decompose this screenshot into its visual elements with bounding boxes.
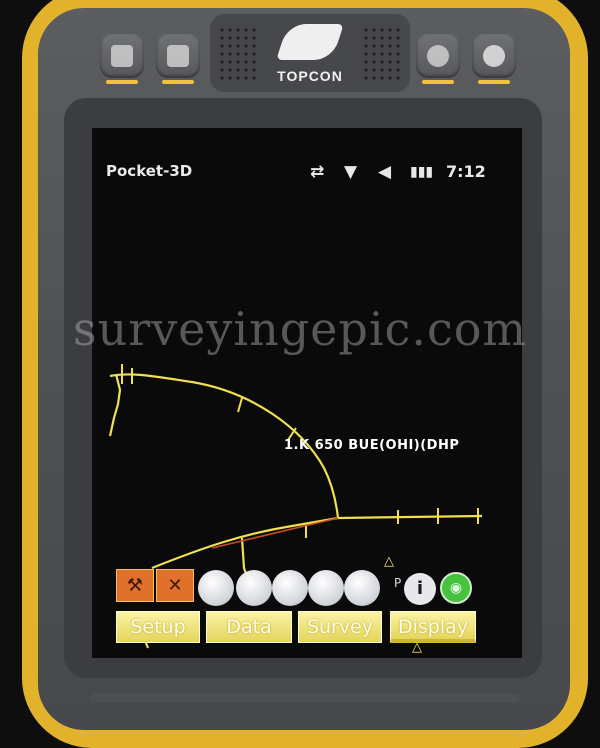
- tab-survey[interactable]: Survey: [298, 611, 382, 643]
- hardware-button-brightness[interactable]: [472, 34, 516, 84]
- scroll-up-arrow-icon[interactable]: △: [384, 554, 394, 569]
- document-icon: [167, 45, 189, 67]
- station-tick: [237, 397, 243, 413]
- info-button[interactable]: i: [404, 573, 436, 605]
- baseline-right: [337, 514, 483, 520]
- red-offset-line: [211, 517, 339, 549]
- survey-tripod-icon[interactable]: ⚒: [116, 569, 154, 602]
- brand-logo-text: TOPCON: [277, 68, 343, 84]
- alignment-left-branch: [108, 373, 122, 437]
- bottom-bezel: [90, 693, 520, 703]
- info-prefix: P: [394, 576, 402, 590]
- quick-button-3[interactable]: [272, 570, 308, 606]
- tab-data[interactable]: Data: [206, 611, 292, 643]
- scroll-down-arrow-icon[interactable]: △: [412, 640, 422, 655]
- no-signal-tower-icon[interactable]: ✕: [156, 569, 194, 602]
- tab-display[interactable]: Display: [390, 611, 476, 643]
- quick-button-4[interactable]: [308, 570, 344, 606]
- lower-road-line: [151, 516, 339, 570]
- hardware-button-1[interactable]: [100, 34, 144, 84]
- topcon-logo-icon: [276, 24, 344, 60]
- contrast-icon: [427, 45, 449, 67]
- quick-button-1[interactable]: [198, 570, 234, 606]
- tab-setup[interactable]: Setup: [116, 611, 200, 643]
- point-label[interactable]: 1.K 650 BUE(OHI)(DHP: [284, 438, 459, 453]
- quick-button-5[interactable]: [344, 570, 380, 606]
- sun-icon: [483, 45, 505, 67]
- gps-status-icon[interactable]: ◉: [440, 572, 472, 604]
- quick-button-2[interactable]: [236, 570, 272, 606]
- hardware-button-2[interactable]: [156, 34, 200, 84]
- speaker-logo-panel: TOPCON: [210, 14, 410, 92]
- record-icon: [111, 45, 133, 67]
- hardware-button-contrast[interactable]: [416, 34, 460, 84]
- screen: Pocket-3D ⇄ ▼ ◀ ▮▮▮ 7:12 1.K 650 BUE(OHI…: [92, 128, 522, 658]
